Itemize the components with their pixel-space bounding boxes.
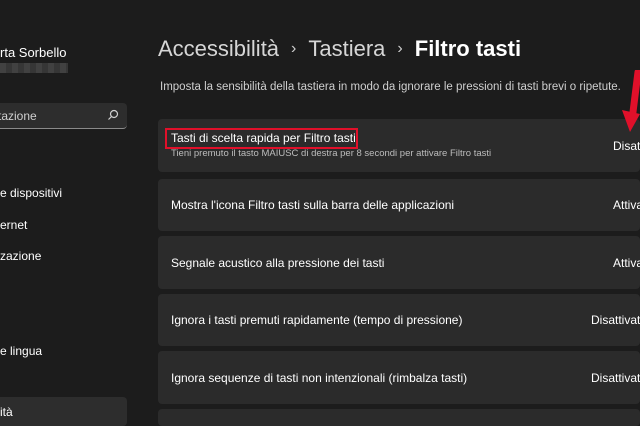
- breadcrumb: Accessibilità › Tastiera › Filtro tasti: [158, 36, 521, 62]
- sidebar-item-personalization[interactable]: zazione: [0, 249, 41, 263]
- setting-row-slow-keys[interactable]: Ignora i tasti premuti rapidamente (temp…: [158, 294, 640, 346]
- setting-row-bounce-keys[interactable]: Ignora sequenze di tasti non intenzional…: [158, 351, 640, 404]
- sidebar-item-bluetooth-devices[interactable]: e dispositivi: [0, 186, 62, 200]
- red-arrow-annotation: [622, 70, 640, 132]
- breadcrumb-keyboard[interactable]: Tastiera: [308, 36, 385, 62]
- user-email-redacted: [0, 63, 68, 73]
- setting-row-beep[interactable]: Segnale acustico alla pressione dei tast…: [158, 236, 640, 289]
- search-icon: [108, 109, 119, 120]
- chevron-right-icon: ›: [397, 40, 403, 57]
- setting-subtitle: Tieni premuto il tasto MAIUSC di destra …: [171, 148, 492, 159]
- breadcrumb-accessibility[interactable]: Accessibilità: [158, 36, 279, 62]
- setting-status: Disattivato: [591, 371, 640, 385]
- page-title: Filtro tasti: [414, 36, 522, 61]
- setting-status: Disattivato: [591, 313, 640, 327]
- chevron-right-icon: ›: [291, 40, 297, 57]
- setting-title: Segnale acustico alla pressione dei tast…: [171, 256, 385, 270]
- setting-status: Disatt: [613, 139, 640, 153]
- setting-title: Tasti di scelta rapida per Filtro tasti: [171, 131, 356, 145]
- setting-status: Attiva: [613, 198, 640, 212]
- setting-row-partial[interactable]: [158, 409, 640, 426]
- setting-status: Attiva: [613, 256, 640, 270]
- setting-row-shortcut[interactable]: Tasti di scelta rapida per Filtro tasti …: [158, 119, 640, 172]
- sidebar-item-time-language[interactable]: e lingua: [0, 344, 42, 358]
- sidebar-item-accessibility-active[interactable]: [0, 397, 127, 426]
- sidebar-item-accessibility[interactable]: ità: [0, 405, 13, 419]
- setting-row-taskbar-icon[interactable]: Mostra l'icona Filtro tasti sulla barra …: [158, 179, 640, 231]
- user-name: rta Sorbello: [0, 45, 67, 60]
- settings-search-input[interactable]: tazione: [0, 103, 127, 129]
- sidebar: rta Sorbello tazione e dispositivi ernet…: [0, 0, 140, 426]
- setting-title: Ignora sequenze di tasti non intenzional…: [171, 371, 468, 385]
- page-description: Imposta la sensibilità della tastiera in…: [160, 81, 621, 93]
- setting-title: Mostra l'icona Filtro tasti sulla barra …: [171, 198, 455, 212]
- search-input-text: tazione: [0, 109, 37, 123]
- setting-title: Ignora i tasti premuti rapidamente (temp…: [171, 313, 463, 327]
- sidebar-item-network-internet[interactable]: ernet: [0, 218, 27, 232]
